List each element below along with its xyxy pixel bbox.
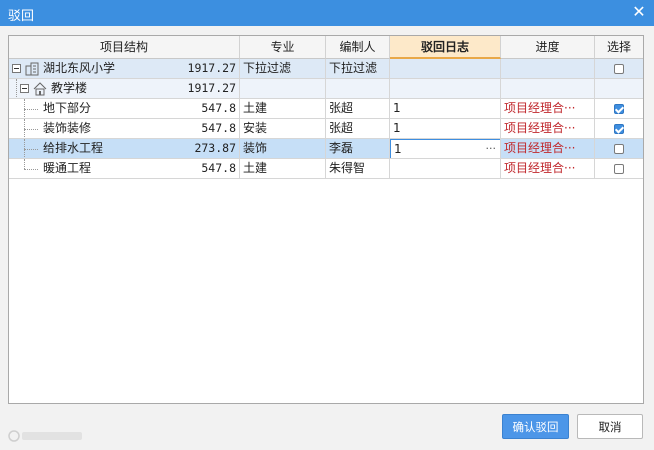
row-log[interactable]: 1 xyxy=(390,119,501,139)
row-name: 装饰装修 xyxy=(43,121,92,135)
column-header-project-structure[interactable]: 项目结构 xyxy=(9,36,240,59)
row-progress xyxy=(501,79,595,99)
row-log[interactable] xyxy=(390,79,501,99)
row-progress[interactable]: 项目经理合··· xyxy=(501,139,595,159)
reject-dialog: 驳回 ✕ 项目结构 专业 编制人 驳回日志 进度 选择 湖北东风小学 1917.… xyxy=(0,0,654,450)
row-name: 湖北东风小学 xyxy=(43,61,116,75)
row-major: 土建 xyxy=(240,159,326,179)
row-editor: 张超 xyxy=(326,119,390,139)
cancel-button[interactable]: 取消 xyxy=(577,414,643,439)
select-cell xyxy=(595,99,643,119)
collapse-icon[interactable] xyxy=(20,84,29,93)
column-header-progress[interactable]: 进度 xyxy=(501,36,595,59)
row-major: 装饰 xyxy=(240,139,326,159)
row-major: 土建 xyxy=(240,99,326,119)
tree-cell: 地下部分 xyxy=(9,99,167,119)
select-checkbox[interactable] xyxy=(614,124,624,134)
row-log[interactable] xyxy=(390,59,501,79)
watermark-logo xyxy=(8,428,88,447)
row-amount: 547.8 xyxy=(167,159,240,179)
column-header-editor[interactable]: 编制人 xyxy=(326,36,390,59)
reject-log-value: 1 xyxy=(394,142,402,156)
row-editor: 李磊 xyxy=(326,139,390,159)
select-cell xyxy=(595,119,643,139)
column-header-select[interactable]: 选择 xyxy=(595,36,643,59)
table-row[interactable]: 教学楼 1917.27 xyxy=(9,79,643,99)
row-amount: 547.8 xyxy=(167,119,240,139)
column-header-major[interactable]: 专业 xyxy=(240,36,326,59)
tree-line xyxy=(24,109,38,110)
row-name: 地下部分 xyxy=(43,101,92,115)
tree-line xyxy=(24,129,38,130)
row-amount: 547.8 xyxy=(167,99,240,119)
row-editor: 张超 xyxy=(326,99,390,119)
table-row[interactable]: 装饰装修 547.8 安装 张超 1 项目经理合··· xyxy=(9,119,643,139)
reject-log-input[interactable]: 1 ··· xyxy=(390,139,500,158)
row-amount: 1917.27 xyxy=(167,59,240,79)
row-amount: 1917.27 xyxy=(167,79,240,99)
select-checkbox[interactable] xyxy=(614,104,624,114)
dialog-title: 驳回 xyxy=(8,9,35,24)
tree-cell: 装饰装修 xyxy=(9,119,167,139)
row-name: 教学楼 xyxy=(51,81,88,95)
tree-cell: 教学楼 xyxy=(9,79,167,99)
more-options-icon[interactable]: ··· xyxy=(486,140,497,158)
row-amount: 273.87 xyxy=(167,139,240,159)
project-grid: 项目结构 专业 编制人 驳回日志 进度 选择 湖北东风小学 1917.27 下拉… xyxy=(8,35,644,404)
table-row[interactable]: 湖北东风小学 1917.27 下拉过滤 下拉过滤 xyxy=(9,59,643,79)
table-row-selected[interactable]: 给排水工程 273.87 装饰 李磊 1 ··· 项目经理合··· xyxy=(9,139,643,159)
column-header-reject-log[interactable]: 驳回日志 xyxy=(390,36,501,59)
table-row[interactable]: 地下部分 547.8 土建 张超 1 项目经理合··· xyxy=(9,99,643,119)
tree-line xyxy=(24,159,25,169)
select-checkbox[interactable] xyxy=(614,164,624,174)
select-checkbox[interactable] xyxy=(614,144,624,154)
tree-line xyxy=(24,149,38,150)
tree-cell: 给排水工程 xyxy=(9,139,167,159)
select-checkbox[interactable] xyxy=(614,64,624,74)
select-cell xyxy=(595,159,643,179)
row-name: 给排水工程 xyxy=(43,141,104,155)
row-progress xyxy=(501,59,595,79)
table-row[interactable]: 暖通工程 547.8 土建 朱得智 项目经理合··· xyxy=(9,159,643,179)
tree-line xyxy=(16,79,17,98)
building-icon xyxy=(25,59,39,78)
confirm-reject-button[interactable]: 确认驳回 xyxy=(502,414,569,439)
title-bar: 驳回 ✕ xyxy=(0,0,654,26)
tree-line xyxy=(24,169,38,170)
select-cell xyxy=(595,139,643,159)
row-major: 安装 xyxy=(240,119,326,139)
row-progress[interactable]: 项目经理合··· xyxy=(501,159,595,179)
row-name: 暖通工程 xyxy=(43,161,92,175)
row-major xyxy=(240,79,326,99)
close-icon[interactable]: ✕ xyxy=(630,3,648,21)
tree-cell: 湖北东风小学 xyxy=(9,59,167,79)
editor-filter[interactable]: 下拉过滤 xyxy=(326,59,390,79)
collapse-icon[interactable] xyxy=(12,64,21,73)
row-progress[interactable]: 项目经理合··· xyxy=(501,99,595,119)
row-log-editor: 1 ··· xyxy=(390,139,501,159)
house-icon xyxy=(33,79,47,98)
major-filter[interactable]: 下拉过滤 xyxy=(240,59,326,79)
row-log[interactable] xyxy=(390,159,501,179)
row-progress[interactable]: 项目经理合··· xyxy=(501,119,595,139)
select-cell xyxy=(595,59,643,79)
select-cell xyxy=(595,79,643,99)
row-editor: 朱得智 xyxy=(326,159,390,179)
row-log[interactable]: 1 xyxy=(390,99,501,119)
tree-cell: 暖通工程 xyxy=(9,159,167,179)
row-editor xyxy=(326,79,390,99)
